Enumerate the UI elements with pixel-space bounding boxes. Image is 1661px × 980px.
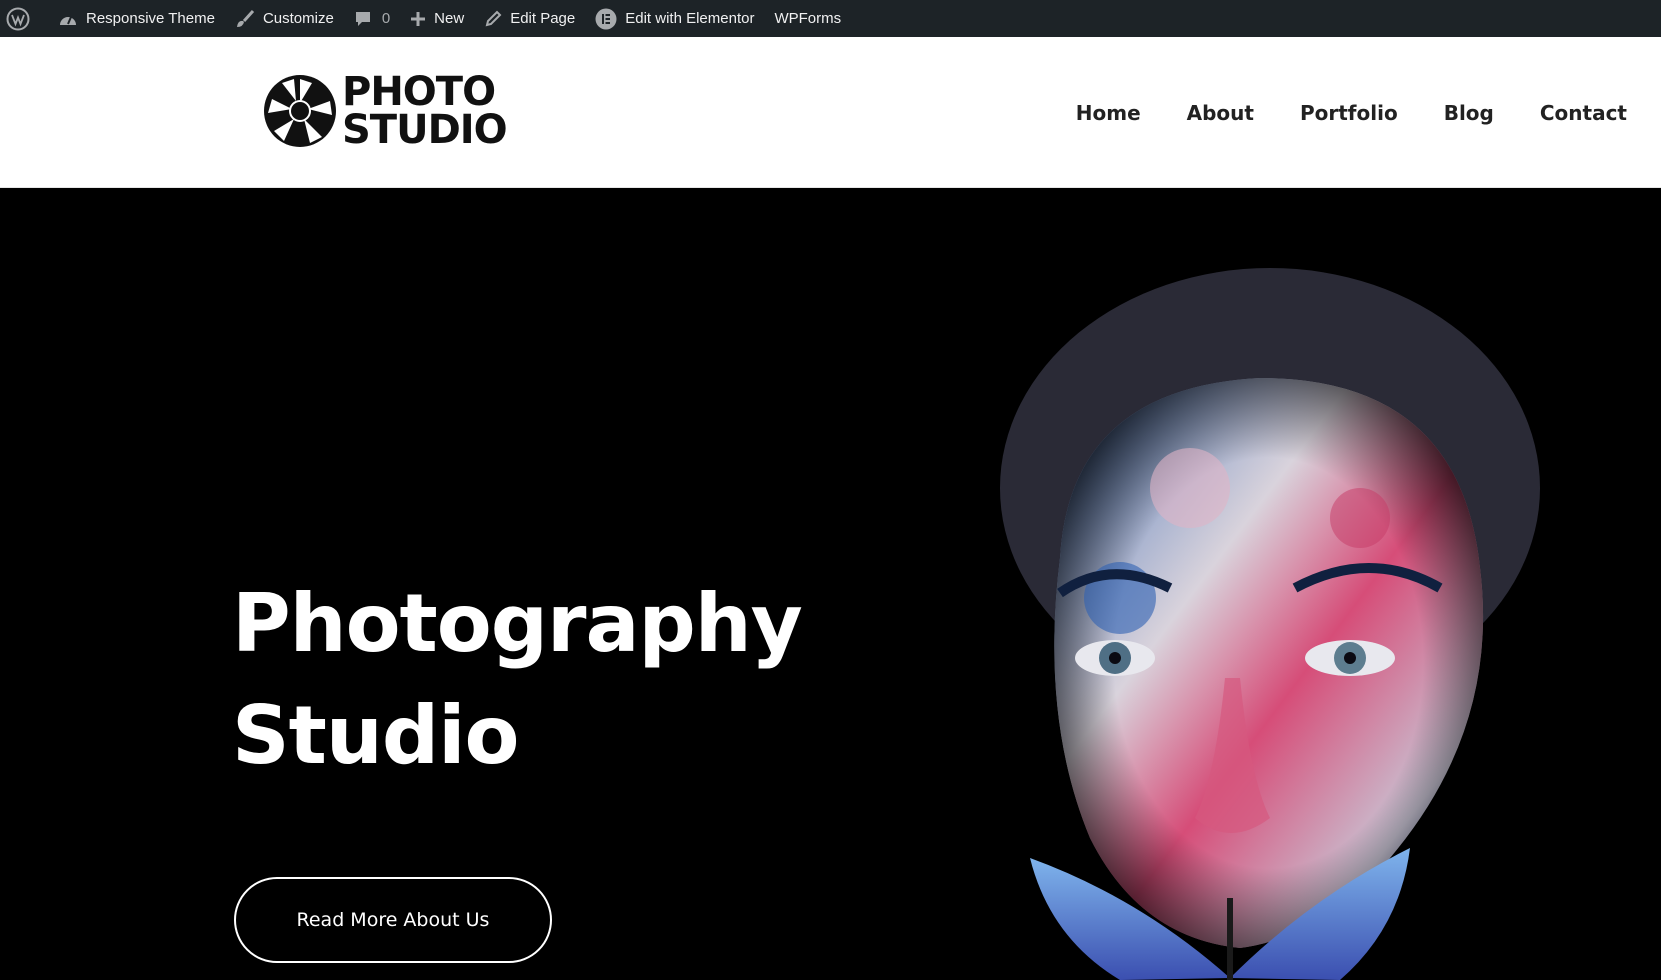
edit-elementor-button[interactable]: Edit with Elementor [585,0,764,37]
read-more-button[interactable]: Read More About Us [234,877,552,963]
dashboard-icon [58,10,78,28]
site-logo[interactable]: PHOTO STUDIO [262,69,508,153]
nav-contact[interactable]: Contact [1540,101,1627,125]
nav-about[interactable]: About [1187,101,1254,125]
site-name-label: Responsive Theme [86,10,215,27]
comments-count: 0 [381,10,391,27]
wpforms-menu[interactable]: WPForms [764,0,851,37]
wordpress-icon [6,7,30,31]
hero-section: Photography Studio Read More About Us [0,188,1661,980]
wordpress-logo-button[interactable] [0,0,48,37]
comments-button[interactable]: 0 [344,0,400,37]
camera-aperture-icon [264,75,336,147]
main-navigation: Home About Portfolio Blog Contact [1030,37,1627,188]
hero-portrait-image [1000,268,1540,980]
customize-label: Customize [262,10,334,27]
new-content-button[interactable]: New [400,0,474,37]
hero-title: Photography Studio [232,568,803,792]
edit-page-button[interactable]: Edit Page [474,0,585,37]
edit-elementor-label: Edit with Elementor [625,10,755,27]
edit-page-label: Edit Page [510,10,576,27]
nav-home[interactable]: Home [1076,101,1141,125]
logo-line-2: STUDIO [342,107,508,153]
customize-button[interactable]: Customize [225,0,344,37]
paintbrush-icon [235,9,255,29]
logo-wordmark: PHOTO STUDIO [342,69,508,153]
elementor-icon [595,8,617,30]
site-name-menu[interactable]: Responsive Theme [48,0,225,37]
pencil-icon [484,10,502,28]
hero-title-line-1: Photography [232,577,803,670]
new-label: New [434,10,465,27]
plus-icon [410,11,426,27]
wpforms-label: WPForms [774,10,842,27]
site-header: PHOTO STUDIO Home About Portfolio Blog C… [0,37,1661,188]
hero-title-line-2: Studio [232,689,519,782]
nav-portfolio[interactable]: Portfolio [1300,101,1398,125]
nav-blog[interactable]: Blog [1444,101,1494,125]
wp-admin-bar: Responsive Theme Customize 0 New Edit Pa… [0,0,1661,37]
logo-line-1: PHOTO [342,69,496,115]
comment-icon [354,10,372,28]
